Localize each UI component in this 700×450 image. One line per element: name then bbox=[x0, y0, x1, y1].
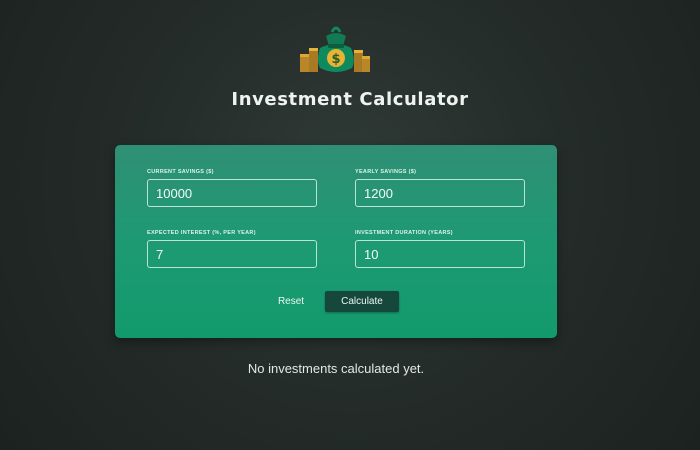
current-savings-label: CURRENT SAVINGS ($) bbox=[147, 169, 214, 175]
current-savings-field: CURRENT SAVINGS ($) bbox=[147, 169, 317, 207]
investment-form: CURRENT SAVINGS ($) YEARLY SAVINGS ($) E… bbox=[115, 145, 557, 338]
investment-duration-label: INVESTMENT DURATION (YEARS) bbox=[355, 230, 453, 236]
page-title: Investment Calculator bbox=[231, 89, 469, 110]
reset-button[interactable]: Reset bbox=[275, 291, 307, 311]
current-savings-input[interactable] bbox=[147, 179, 317, 207]
expected-interest-input[interactable] bbox=[147, 240, 317, 268]
expected-interest-label: EXPECTED INTEREST (%, PER YEAR) bbox=[147, 230, 256, 236]
investment-duration-input[interactable] bbox=[355, 240, 525, 268]
investment-duration-field: INVESTMENT DURATION (YEARS) bbox=[355, 230, 525, 268]
expected-interest-field: EXPECTED INTEREST (%, PER YEAR) bbox=[147, 230, 317, 268]
yearly-savings-input[interactable] bbox=[355, 179, 525, 207]
yearly-savings-label: YEARLY SAVINGS ($) bbox=[355, 169, 417, 175]
svg-text:$: $ bbox=[331, 52, 340, 67]
results-empty-message: No investments calculated yet. bbox=[247, 361, 425, 376]
calculate-button[interactable]: Calculate bbox=[325, 291, 399, 312]
yearly-savings-field: YEARLY SAVINGS ($) bbox=[355, 169, 525, 207]
money-bag-icon: $ bbox=[296, 20, 376, 75]
